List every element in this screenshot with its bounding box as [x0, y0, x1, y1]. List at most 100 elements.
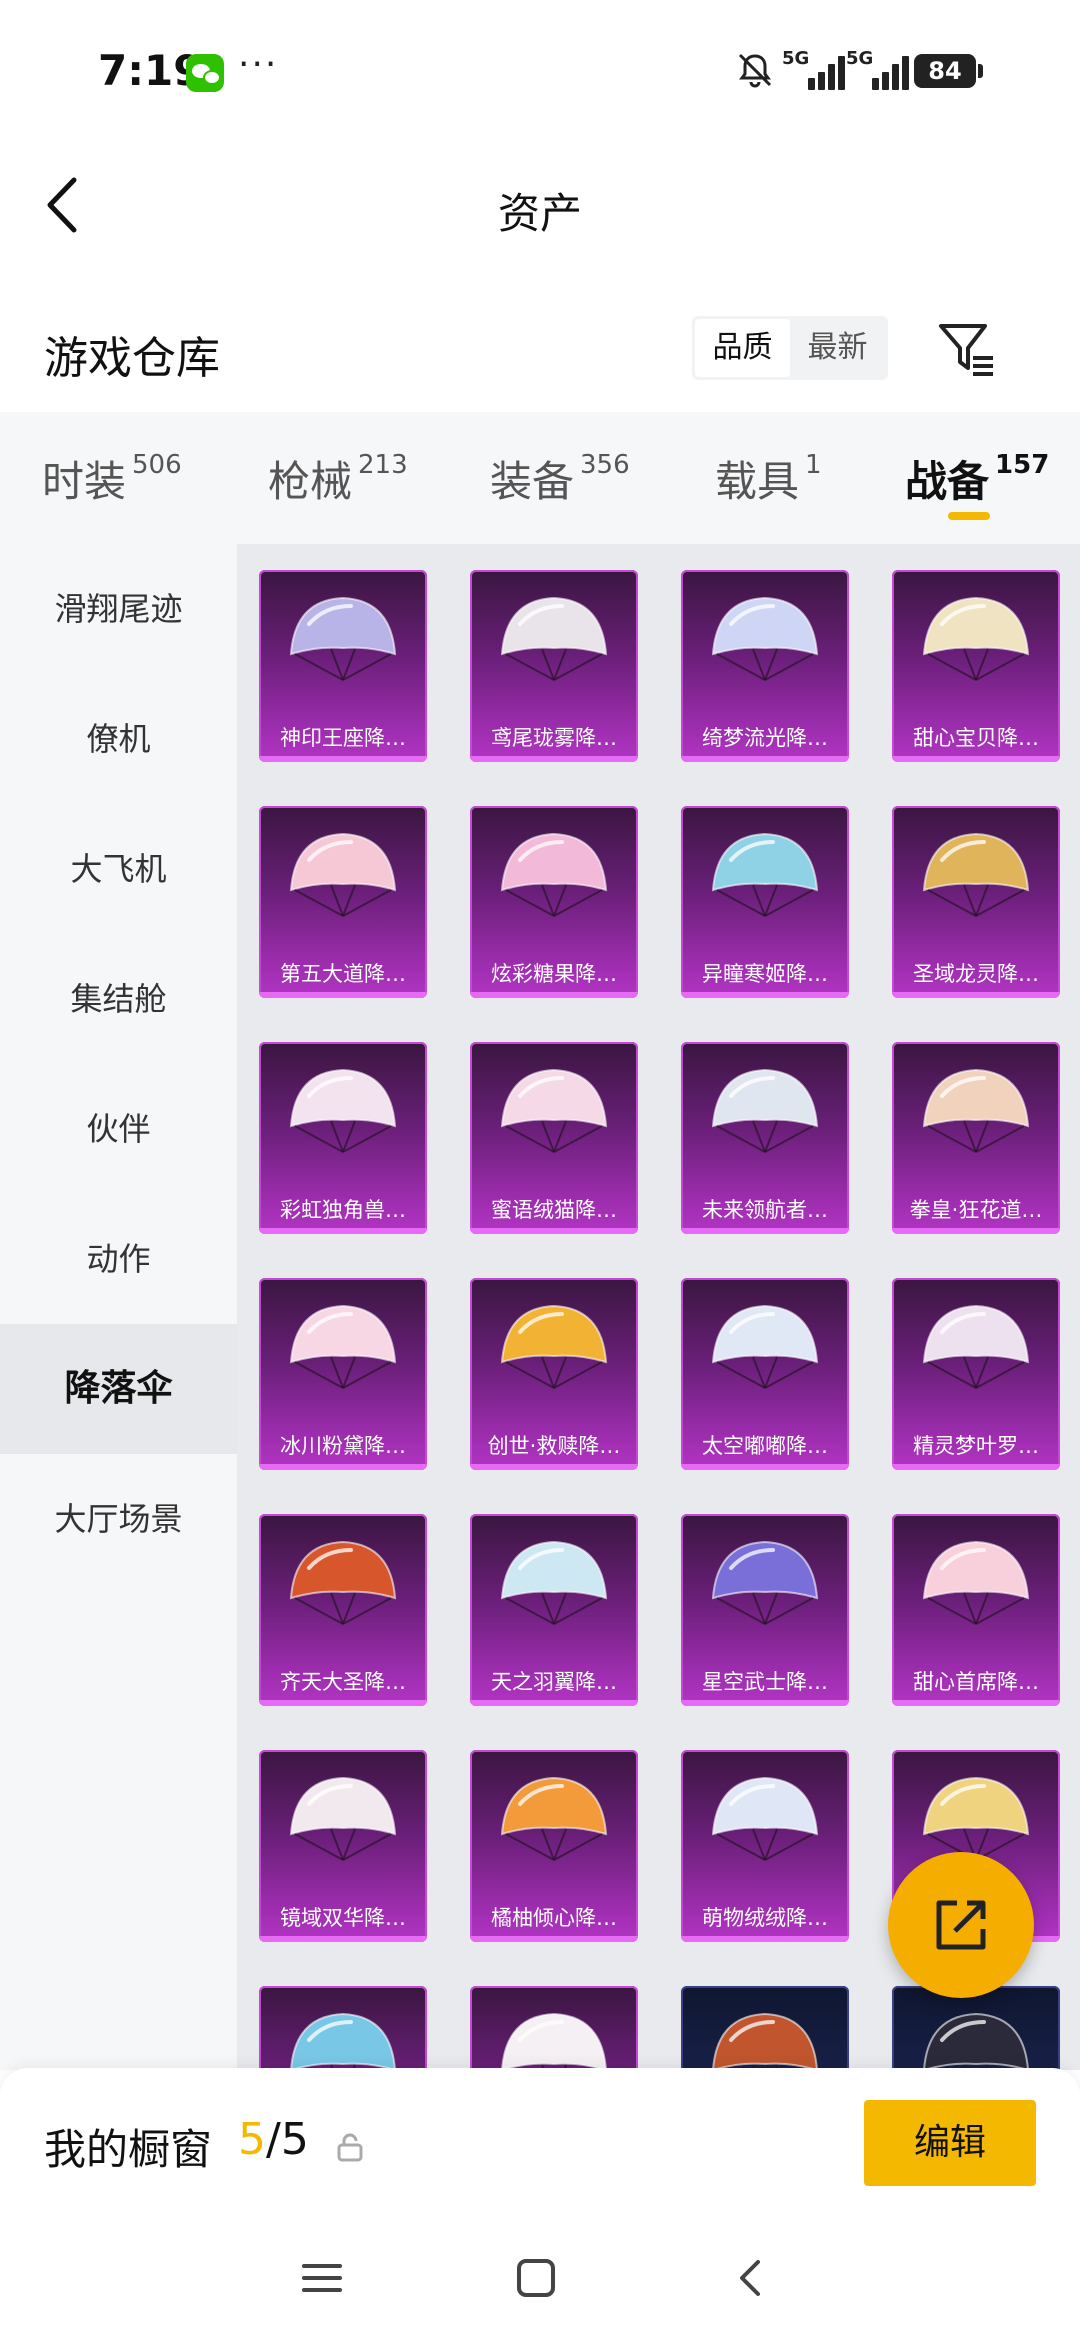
item-card[interactable]: [892, 1986, 1060, 2070]
system-nav-bar: [0, 2208, 1080, 2347]
item-name: 甜心宝贝降…: [913, 726, 1039, 750]
tab-count: 356: [580, 450, 630, 480]
item-name: 太空嘟嘟降…: [702, 1434, 828, 1458]
rarity-bar: [259, 1464, 427, 1470]
rarity-bar: [681, 1228, 849, 1234]
item-card[interactable]: 拳皇·狂花道…: [892, 1042, 1060, 1234]
tab-fashion[interactable]: 时装 506: [42, 448, 182, 509]
parachute-icon: [922, 596, 1030, 681]
item-card[interactable]: 甜心首席降…: [892, 1514, 1060, 1706]
home-icon[interactable]: [512, 2254, 560, 2302]
item-name: 未来领航者…: [702, 1198, 828, 1222]
share-button[interactable]: [888, 1852, 1034, 1998]
item-name: 鸢尾珑雾降…: [491, 726, 617, 750]
menu-icon[interactable]: [298, 2254, 346, 2302]
rarity-bar: [259, 992, 427, 998]
item-name: 冰川粉黛降…: [280, 1434, 406, 1458]
parachute-icon: [500, 1304, 608, 1389]
tab-weapons[interactable]: 枪械 213: [268, 448, 408, 509]
item-card[interactable]: 异瞳寒姬降…: [681, 806, 849, 998]
rarity-bar: [259, 1700, 427, 1706]
item-card[interactable]: 镜域双华降…: [259, 1750, 427, 1942]
item-card[interactable]: 未来领航者…: [681, 1042, 849, 1234]
sort-latest-button[interactable]: 最新: [790, 319, 885, 377]
more-notifications-icon: ···: [238, 44, 279, 85]
category-tabs: 时装 506 枪械 213 装备 356 载具 1 战备 157: [0, 412, 1080, 544]
item-card[interactable]: 炫彩糖果降…: [470, 806, 638, 998]
item-card[interactable]: 鸢尾珑雾降…: [470, 570, 638, 762]
item-card[interactable]: 冰川粉黛降…: [259, 1278, 427, 1470]
item-card[interactable]: 齐天大圣降…: [259, 1514, 427, 1706]
rarity-bar: [681, 756, 849, 762]
item-name: 橘柚倾心降…: [491, 1906, 617, 1930]
status-bar: 7:19 ··· 5G 5G 84: [0, 0, 1080, 140]
item-name: 第五大道降…: [280, 962, 406, 986]
item-card[interactable]: 甜心宝贝降…: [892, 570, 1060, 762]
item-card[interactable]: 精灵梦叶罗…: [892, 1278, 1060, 1470]
item-name: 天之羽翼降…: [491, 1670, 617, 1694]
item-name: 神印王座降…: [280, 726, 406, 750]
item-card[interactable]: 第五大道降…: [259, 806, 427, 998]
item-card[interactable]: 蜜语绒猫降…: [470, 1042, 638, 1234]
lock-icon: [337, 2133, 363, 2162]
item-name: 绮梦流光降…: [702, 726, 828, 750]
parachute-icon: [289, 832, 397, 917]
item-card[interactable]: 太空嘟嘟降…: [681, 1278, 849, 1470]
sidebar-item-emote[interactable]: 动作: [0, 1194, 237, 1324]
item-card[interactable]: 天之羽翼降…: [470, 1514, 638, 1706]
tab-vehicles[interactable]: 载具 1: [715, 448, 822, 509]
rarity-bar: [259, 756, 427, 762]
rarity-bar: [892, 1464, 1060, 1470]
item-card[interactable]: 创世·救赎降…: [470, 1278, 638, 1470]
item-name: 异瞳寒姬降…: [702, 962, 828, 986]
sidebar-item-plane[interactable]: 大飞机: [0, 804, 237, 934]
parachute-icon: [289, 1304, 397, 1389]
sidebar-item-pod[interactable]: 集结舱: [0, 934, 237, 1064]
item-name: 蜜语绒猫降…: [491, 1198, 617, 1222]
sort-quality-button[interactable]: 品质: [695, 319, 790, 377]
rarity-bar: [470, 1228, 638, 1234]
item-name: 甜心首席降…: [913, 1670, 1039, 1694]
sidebar-item-parachute[interactable]: 降落伞: [0, 1324, 237, 1454]
item-card[interactable]: [681, 1986, 849, 2070]
filter-icon[interactable]: [935, 318, 997, 380]
parachute-icon: [711, 1776, 819, 1861]
rarity-bar: [681, 992, 849, 998]
item-card[interactable]: 彩虹独角兽…: [259, 1042, 427, 1234]
parachute-icon: [922, 832, 1030, 917]
sidebar: 滑翔尾迹 僚机 大飞机 集结舱 伙伴 动作 降落伞 大厅场景: [0, 544, 237, 2070]
parachute-icon: [711, 832, 819, 917]
item-card[interactable]: [470, 1986, 638, 2070]
parachute-icon: [500, 596, 608, 681]
item-card[interactable]: 星空武士降…: [681, 1514, 849, 1706]
parachute-icon: [500, 1068, 608, 1153]
back-icon[interactable]: [728, 2254, 776, 2302]
sort-toggle: 品质 最新: [692, 316, 888, 380]
tab-equipment[interactable]: 装备 356: [490, 448, 630, 509]
showcase-label: 我的橱窗: [44, 2125, 213, 2174]
item-card[interactable]: 萌物绒绒降…: [681, 1750, 849, 1942]
item-card[interactable]: [259, 1986, 427, 2070]
warehouse-title: 游戏仓库: [44, 333, 220, 384]
tab-battle-prep[interactable]: 战备 157: [905, 448, 1049, 509]
parachute-icon: [500, 1776, 608, 1861]
edit-button[interactable]: 编辑: [864, 2100, 1036, 2186]
signal-icon: 5G: [782, 48, 852, 90]
item-name: 创世·救赎降…: [487, 1434, 621, 1458]
item-card[interactable]: 橘柚倾心降…: [470, 1750, 638, 1942]
item-card[interactable]: 圣域龙灵降…: [892, 806, 1060, 998]
parachute-icon: [500, 832, 608, 917]
sidebar-item-lobby-scene[interactable]: 大厅场景: [0, 1454, 237, 1584]
rarity-bar: [259, 1936, 427, 1942]
parachute-icon: [711, 1540, 819, 1625]
item-card[interactable]: 神印王座降…: [259, 570, 427, 762]
app-header: 资产: [0, 140, 1080, 270]
parachute-icon: [922, 1304, 1030, 1389]
sidebar-item-glide-trail[interactable]: 滑翔尾迹: [0, 544, 237, 674]
item-name: 圣域龙灵降…: [913, 962, 1039, 986]
parachute-icon: [711, 1068, 819, 1153]
item-card[interactable]: 绮梦流光降…: [681, 570, 849, 762]
sidebar-item-companion[interactable]: 伙伴: [0, 1064, 237, 1194]
sidebar-item-wingman[interactable]: 僚机: [0, 674, 237, 804]
share-icon: [936, 1900, 986, 1950]
